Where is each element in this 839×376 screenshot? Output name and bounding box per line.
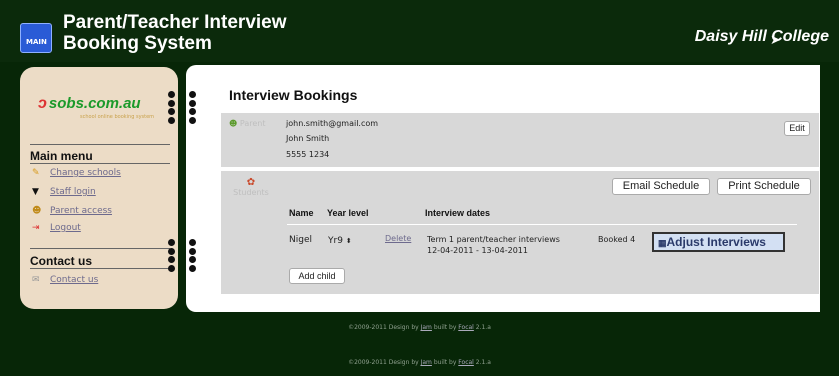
footer-version: 2.1.a: [473, 324, 491, 331]
footer-design-link[interactable]: Jam: [421, 324, 432, 331]
binder-ring-icon: [189, 91, 200, 107]
add-child-button[interactable]: Add child: [289, 268, 345, 284]
email-schedule-button[interactable]: Email Schedule: [612, 178, 710, 195]
sidebar-item-label: Parent access: [50, 206, 112, 216]
student-name: Nigel: [289, 235, 312, 245]
parent-phone: 5555 1234: [286, 150, 330, 159]
spinner-arrows-icon: ⬍: [345, 237, 352, 245]
app-title-line1: Parent/Teacher Interview: [63, 12, 287, 33]
sidebar: ↄ sobs.com.au school online booking syste…: [20, 67, 178, 309]
print-schedule-button[interactable]: Print Schedule: [717, 178, 811, 195]
footer-built-link[interactable]: Focal: [458, 324, 474, 331]
sidebar-item-label: Contact us: [50, 275, 99, 285]
menu-divider: [30, 248, 170, 249]
binder-ring-icon: [189, 108, 200, 124]
sidebar-item-parent-access[interactable]: ☻ Parent access: [32, 206, 112, 216]
column-header-name: Name: [289, 208, 314, 218]
school-name: Daisy Hill College: [694, 28, 829, 45]
parent-label: ☻ Parent: [229, 119, 266, 128]
footer-version: 2.1.a: [473, 359, 491, 366]
binder-ring-icon: [168, 256, 179, 272]
sobs-tagline: school online booking system: [80, 114, 155, 120]
logout-icon: ⇥: [32, 223, 40, 233]
footer-built-link[interactable]: Focal: [458, 359, 474, 366]
interview-title: Term 1 parent/teacher interviews: [427, 235, 560, 244]
page-title: Interview Bookings: [229, 87, 358, 103]
year-level-value: Yr9: [328, 236, 343, 246]
calendar-icon: ▦: [658, 238, 667, 248]
binder-ring-icon: [168, 91, 179, 107]
edit-parent-button[interactable]: Edit: [784, 121, 810, 136]
parent-name: John Smith: [286, 134, 330, 143]
footer-text-part: ©2009-2011 Design by: [348, 324, 421, 331]
menu-divider: [30, 144, 170, 145]
students-icon: ✿: [246, 177, 256, 188]
sidebar-item-contact-us[interactable]: ✉ Contact us: [32, 275, 98, 285]
sobs-brand-text: sobs.com.au: [48, 95, 141, 112]
sidebar-item-label: Staff login: [50, 187, 96, 197]
main-menu-heading: Main menu: [30, 149, 93, 163]
mouse-cursor-icon: ➤: [770, 33, 781, 48]
app-logo: MAIN: [20, 23, 52, 53]
footer-copyright-secondary: ©2009-2011 Design by Jam built by Focal …: [0, 359, 839, 366]
sobs-swirl-icon: ↄ: [38, 95, 47, 112]
menu-divider: [30, 268, 170, 269]
sidebar-item-label: Change schools: [50, 168, 121, 178]
year-level-select[interactable]: Yr9 ⬍: [328, 236, 352, 246]
parent-email: john.smith@gmail.com: [286, 119, 379, 128]
contact-heading: Contact us: [30, 254, 93, 268]
binder-ring-icon: [168, 108, 179, 124]
footer-text-part: built by: [431, 359, 459, 366]
menu-divider: [30, 163, 170, 164]
adjust-interviews-button[interactable]: ▦Adjust Interviews: [652, 232, 785, 252]
parent-icon: ☻: [229, 119, 238, 128]
sidebar-item-staff-login[interactable]: ▼ Staff login: [32, 187, 96, 197]
footer-text-part: ©2009-2011 Design by: [348, 359, 421, 366]
table-header-divider: [287, 224, 797, 225]
students-label: ✿ Students: [229, 177, 273, 197]
students-label-text: Students: [233, 188, 269, 197]
booked-count: Booked 4: [598, 235, 636, 244]
adjust-interviews-label: Adjust Interviews: [666, 235, 766, 249]
interview-dates: 12-04-2011 - 13-04-2011: [427, 246, 528, 255]
sidebar-item-change-schools[interactable]: ✎ Change schools: [32, 168, 121, 178]
parent-label-text: Parent: [239, 119, 266, 128]
pencil-icon: ✎: [32, 168, 40, 178]
binder-ring-icon: [168, 239, 179, 255]
sobs-logo[interactable]: ↄ sobs.com.au: [38, 95, 141, 113]
app-title-line2: Booking System: [63, 33, 212, 54]
person-icon: ☻: [32, 206, 42, 216]
logo-text: MAIN: [26, 38, 47, 46]
binder-ring-icon: [189, 239, 200, 255]
delete-link[interactable]: Delete: [385, 234, 411, 243]
binder-ring-icon: [189, 256, 200, 272]
envelope-icon: ✉: [32, 275, 40, 285]
footer-text-part: built by: [431, 324, 459, 331]
sidebar-item-label: Logout: [50, 223, 81, 233]
mortarboard-icon: ▼: [32, 187, 39, 197]
footer-copyright: ©2009-2011 Design by Jam built by Focal …: [0, 324, 839, 331]
sidebar-item-logout[interactable]: ⇥ Logout: [32, 223, 81, 233]
column-header-interview-dates: Interview dates: [425, 208, 491, 218]
column-header-year-level: Year level: [327, 208, 369, 218]
footer-design-link[interactable]: Jam: [421, 359, 432, 366]
app-title: Parent/Teacher Interview Booking System: [63, 12, 287, 54]
